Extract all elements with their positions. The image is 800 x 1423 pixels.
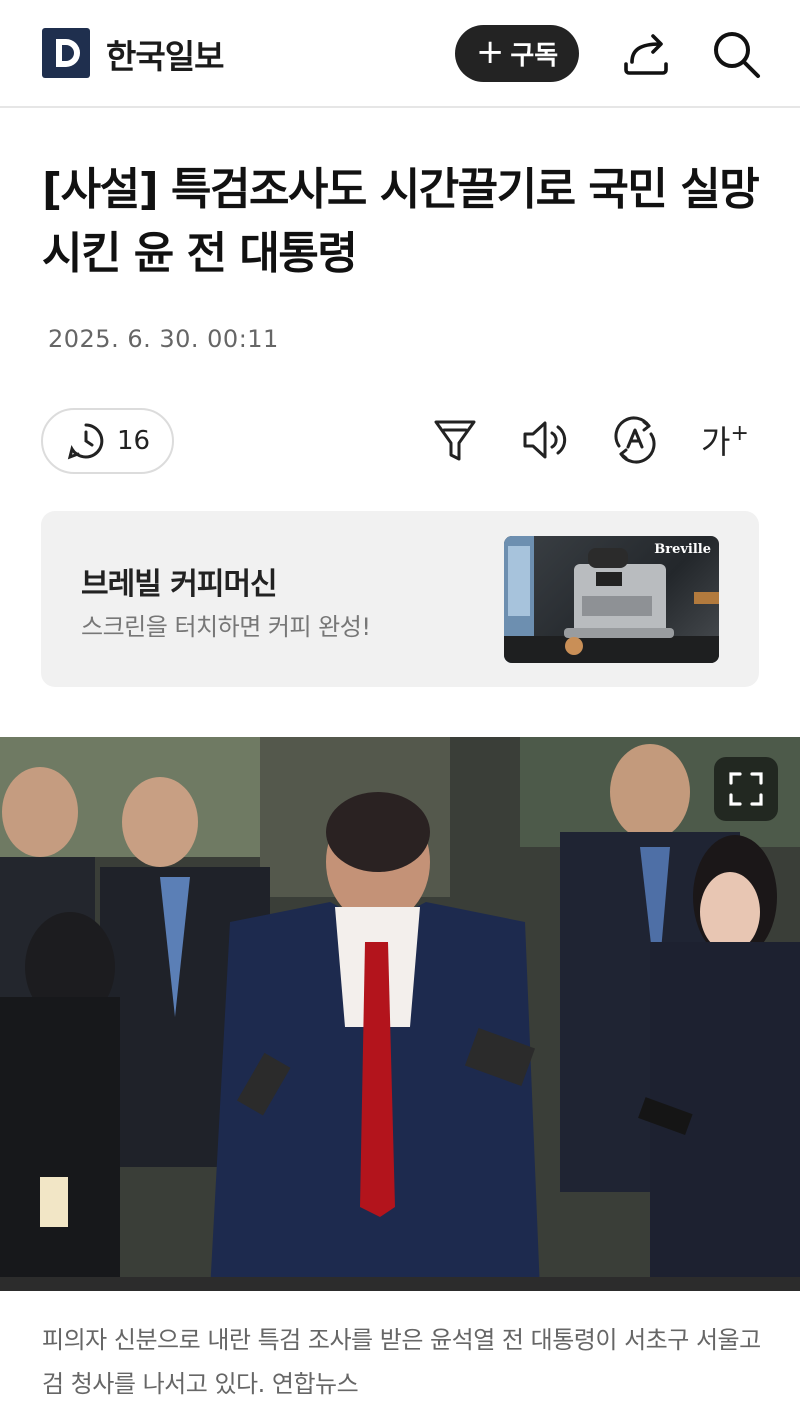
search-icon[interactable] <box>710 28 762 80</box>
translate-icon <box>614 416 656 464</box>
speaker-icon <box>523 421 567 459</box>
article-title: [사설] 특검조사도 시간끌기로 국민 실망시킨 윤 전 대통령 <box>42 164 760 279</box>
font-size-label: 가 <box>701 423 731 461</box>
article-photo[interactable] <box>0 737 800 1291</box>
translate-button[interactable] <box>610 414 660 466</box>
ad-brand: Breville <box>654 542 711 557</box>
clock-icon <box>67 423 104 460</box>
filter-button[interactable] <box>430 414 480 466</box>
filter-icon <box>434 420 476 461</box>
logo-icon[interactable] <box>42 28 90 78</box>
article-date: 2025. 6. 30. 00:11 <box>48 325 279 353</box>
expand-icon <box>729 772 763 806</box>
photo-caption: 피의자 신분으로 내란 특검 조사를 받은 윤석열 전 대통령이 서초구 서울고… <box>42 1326 761 1398</box>
logo-text[interactable]: 한국일보 <box>106 30 224 78</box>
ad-banner[interactable]: 브레빌 커피머신 스크린을 터치하면 커피 완성! Breville <box>41 511 759 687</box>
ad-image[interactable]: Breville <box>504 536 719 663</box>
article-photo-image <box>0 737 800 1291</box>
ad-title: 브레빌 커피머신 <box>81 567 278 602</box>
share-icon[interactable] <box>620 30 672 78</box>
plus-icon: + <box>475 32 505 72</box>
tts-button[interactable] <box>520 414 570 466</box>
subscribe-button[interactable]: + 구독 <box>455 25 579 82</box>
top-header: 한국일보 + 구독 <box>0 0 800 108</box>
expand-button[interactable] <box>714 757 778 821</box>
plus-icon: + <box>730 420 749 446</box>
ad-description: 스크린을 터치하면 커피 완성! <box>81 613 371 641</box>
comment-count-button[interactable]: 16 <box>41 408 174 474</box>
subscribe-label: 구독 <box>510 41 559 71</box>
font-size-button[interactable]: 가 + <box>700 414 750 466</box>
reading-count: 16 <box>117 426 151 456</box>
